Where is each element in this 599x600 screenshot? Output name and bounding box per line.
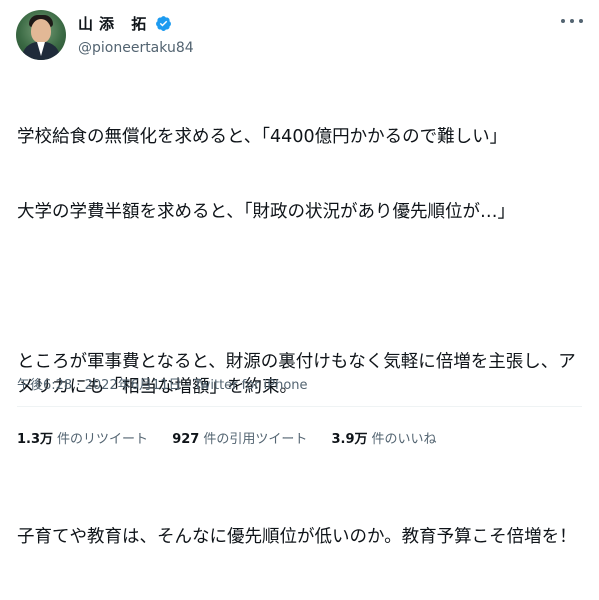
tweet-stats: 1.3万 件のリツイート 927 件の引用ツイート 3.9万 件のいいね — [17, 428, 457, 447]
quotes-stat[interactable]: 927 件の引用ツイート — [172, 428, 307, 447]
tweet-line: 子育てや教育は、そんなに優先順位が低いのか。教育予算こそ倍増を！ — [17, 527, 577, 547]
meta-separator: · — [185, 378, 190, 393]
tweet-time[interactable]: 午後6:28 — [17, 378, 72, 393]
tweet-line: 大学の学費半額を求めると、「財政の状況があり優先順位が…」 — [17, 202, 516, 222]
tweet-source[interactable]: Twitter for iPhone — [194, 378, 308, 393]
retweets-stat[interactable]: 1.3万 件のリツイート — [17, 428, 148, 447]
tweet-meta: 午後6:28 · 2022年6月11日 · Twitter for iPhone — [17, 374, 308, 393]
tweet-header: 山添 拓 @pioneertaku84 — [16, 10, 583, 62]
likes-stat[interactable]: 3.9万 件のいいね — [331, 428, 436, 447]
retweets-label: 件のリツイート — [57, 432, 149, 447]
tweet-text: 学校給食の無償化を求めると、「4400億円かかるので難しい」 大学の学費半額を求… — [17, 75, 582, 600]
retweets-count: 1.3万 — [17, 432, 54, 447]
author-info: 山添 拓 @pioneertaku84 — [78, 13, 194, 56]
likes-count: 3.9万 — [331, 432, 368, 447]
tweet-card: 山添 拓 @pioneertaku84 学校給食の無償化を求めると、「4400億… — [0, 0, 599, 547]
tweet-date[interactable]: 2022年6月11日 — [85, 378, 182, 393]
tweet-line: ​ — [17, 275, 582, 300]
handle[interactable]: @pioneertaku84 — [78, 40, 194, 56]
verified-badge-icon — [156, 16, 172, 31]
more-options-icon[interactable] — [561, 14, 583, 28]
tweet-line: 学校給食の無償化を求めると、「4400億円かかるので難しい」 — [17, 127, 508, 147]
display-name[interactable]: 山添 拓 — [78, 13, 152, 34]
quotes-count: 927 — [172, 432, 200, 447]
likes-label: 件のいいね — [371, 432, 437, 447]
divider — [17, 406, 582, 407]
avatar[interactable] — [16, 10, 66, 60]
meta-separator: · — [76, 378, 81, 393]
quotes-label: 件の引用ツイート — [203, 432, 308, 447]
tweet-line: ​ — [17, 450, 582, 475]
